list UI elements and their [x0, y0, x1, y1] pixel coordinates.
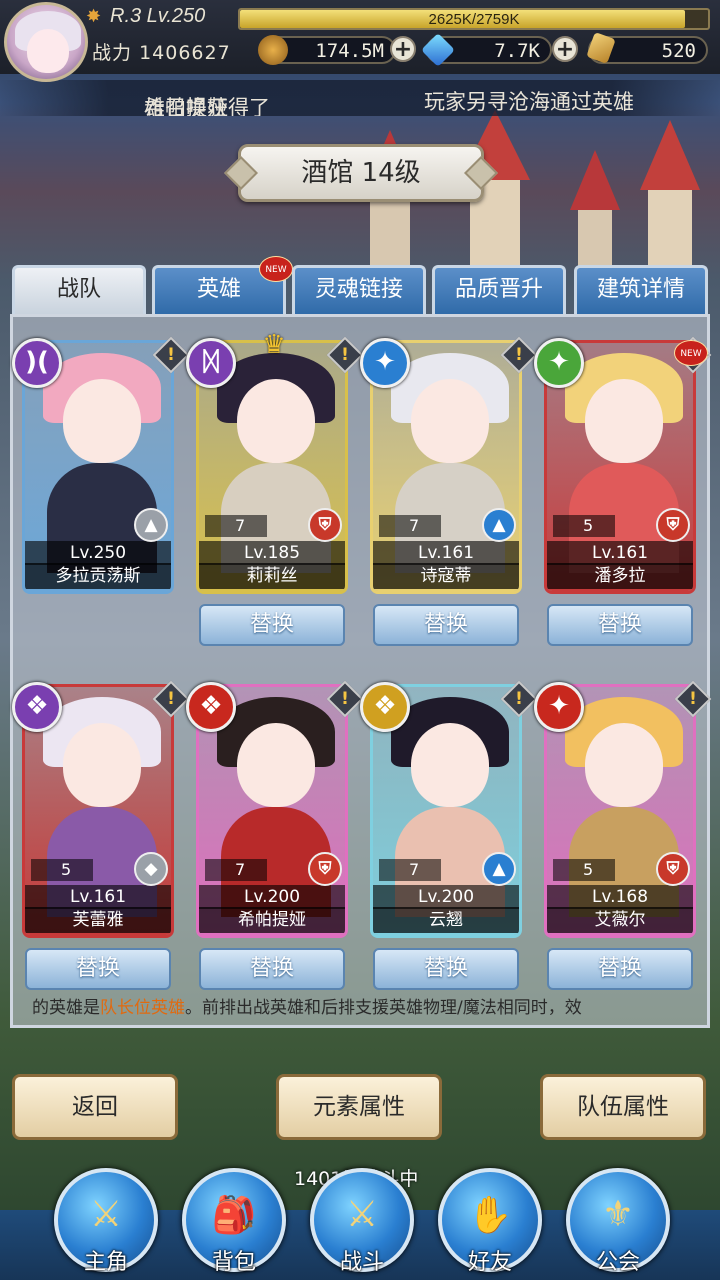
hero-star-count: 7 [379, 515, 441, 537]
hero-level: Lv.161 [25, 885, 171, 909]
add-gold-button[interactable]: + [390, 36, 416, 62]
back-button[interactable]: 返回 [12, 1074, 178, 1140]
hero-name: 多拉贡荡斯 [25, 563, 171, 589]
knight-icon: ◆ [134, 852, 168, 886]
tip-highlight: 队长位英雄 [100, 998, 185, 1018]
gold-counter: 174.5M [258, 35, 396, 65]
hero-star-count: 7 [379, 859, 441, 881]
fire-swirl-icon: ✦ [534, 682, 584, 732]
hero-name: 莉莉丝 [199, 563, 345, 589]
hero-star-count: 5 [553, 859, 615, 881]
hero-name: 云翘 [373, 907, 519, 933]
broadcast-marquee: 雄召唤获得了 希帕提娅 玩家另寻沧海通过英雄 [0, 80, 720, 116]
mage-icon: ▲ [134, 508, 168, 542]
swap-button[interactable]: 替换 [547, 948, 693, 990]
add-crystal-button[interactable]: + [552, 36, 578, 62]
hero-level: Lv.168 [547, 885, 693, 909]
crossed-swords-icon: ⚔ [345, 1194, 379, 1235]
power-label: 战力 [92, 42, 133, 64]
tab-building-details[interactable]: 建筑详情 [574, 265, 708, 315]
tab-team[interactable]: 战队 [12, 265, 146, 315]
hero-name: 艾薇尔 [547, 907, 693, 933]
wing-icon: ❖ [186, 682, 236, 732]
hero-level: Lv.200 [199, 885, 345, 909]
power-value: 1406627 [139, 42, 231, 64]
nav-label: 背包 [211, 1250, 256, 1275]
element-attributes-button[interactable]: 元素属性 [276, 1074, 442, 1140]
ticket-value: 520 [661, 40, 696, 62]
hero-level: Lv.185 [199, 541, 345, 565]
player-avatar[interactable] [4, 2, 88, 82]
hero-level: Lv.200 [373, 885, 519, 909]
nav-label: 主角 [83, 1250, 128, 1275]
team-attributes-button[interactable]: 队伍属性 [540, 1074, 706, 1140]
exp-text: 2625K/2759K [428, 11, 520, 28]
swap-button[interactable]: 替换 [199, 604, 345, 646]
guild-crest-icon: ⚜ [601, 1194, 635, 1235]
hero-name: 芙蕾雅 [25, 907, 171, 933]
tab-heroes[interactable]: 英雄 NEW [152, 256, 293, 315]
hero-name: 潘多拉 [547, 563, 693, 589]
tab-soul-link[interactable]: 灵魂链接 [292, 265, 426, 315]
swap-button[interactable]: 替换 [25, 948, 171, 990]
backpack-icon: 🎒 [211, 1195, 257, 1236]
marquee-message-2: 玩家另寻沧海通过英雄 [424, 90, 634, 114]
nav-label: 好友 [467, 1250, 512, 1275]
hero-level: Lv.161 [547, 541, 693, 565]
tavern-title: 酒馆 14级 [238, 144, 484, 202]
captain-crown-icon: ♛ [262, 330, 286, 360]
wing-icon: ❖ [360, 682, 410, 732]
marquee-hero-name: 希帕提娅 [144, 96, 228, 116]
gold-coin-icon [258, 35, 288, 65]
warrior-icon: ⛨ [308, 852, 342, 886]
mage-icon: ▲ [482, 852, 516, 886]
nav-label: 公会 [595, 1250, 640, 1275]
crystal-counter: 7.7K [421, 33, 552, 67]
warrior-icon: ⛨ [656, 852, 690, 886]
new-badge: NEW [674, 340, 708, 366]
wind-swirl-icon: ✦ [534, 338, 584, 388]
swap-button[interactable]: 替换 [373, 604, 519, 646]
player-rank-level: R.3 Lv.250 [110, 5, 206, 27]
exp-bar: 2625K/2759K [238, 8, 710, 30]
hero-star-count: 7 [205, 859, 267, 881]
hero-name: 希帕提娅 [199, 907, 345, 933]
swap-button[interactable]: 替换 [199, 948, 345, 990]
hero-level: Lv.250 [25, 541, 171, 565]
gold-value: 174.5M [315, 40, 384, 62]
hero-level: Lv.161 [373, 541, 519, 565]
rank-icon: ✸ [86, 6, 102, 27]
hero-star-count: 7 [205, 515, 267, 537]
hero-star-count: 5 [553, 515, 615, 537]
nav-label: 战斗 [339, 1250, 384, 1275]
warrior-icon: ⛨ [656, 508, 690, 542]
new-badge: NEW [259, 256, 293, 282]
swap-button[interactable]: 替换 [373, 948, 519, 990]
team-tip-text: 的英雄是队长位英雄。前排出战英雄和后排支援英雄物理/魔法相同时，效 [32, 998, 582, 1018]
warrior-icon: ⛨ [308, 508, 342, 542]
handshake-icon: ✋ [467, 1195, 513, 1236]
mage-icon: ▲ [482, 508, 516, 542]
combat-power: 战力 1406627 [92, 38, 231, 65]
tab-quality-upgrade[interactable]: 品质晋升 [432, 265, 566, 315]
wing-icon: ❖ [12, 682, 62, 732]
swap-button[interactable]: 替换 [547, 604, 693, 646]
helmet-icon: ⚔ [89, 1194, 123, 1235]
moon-icon: )( [12, 338, 62, 388]
hero-star-count: 5 [31, 859, 93, 881]
hero-name: 诗寇蒂 [373, 563, 519, 589]
water-swirl-icon: ✦ [360, 338, 410, 388]
ticket-counter: 520 [586, 32, 708, 64]
crystal-value: 7.7K [494, 40, 540, 62]
dark-rune-icon: ᛞ [186, 338, 236, 388]
